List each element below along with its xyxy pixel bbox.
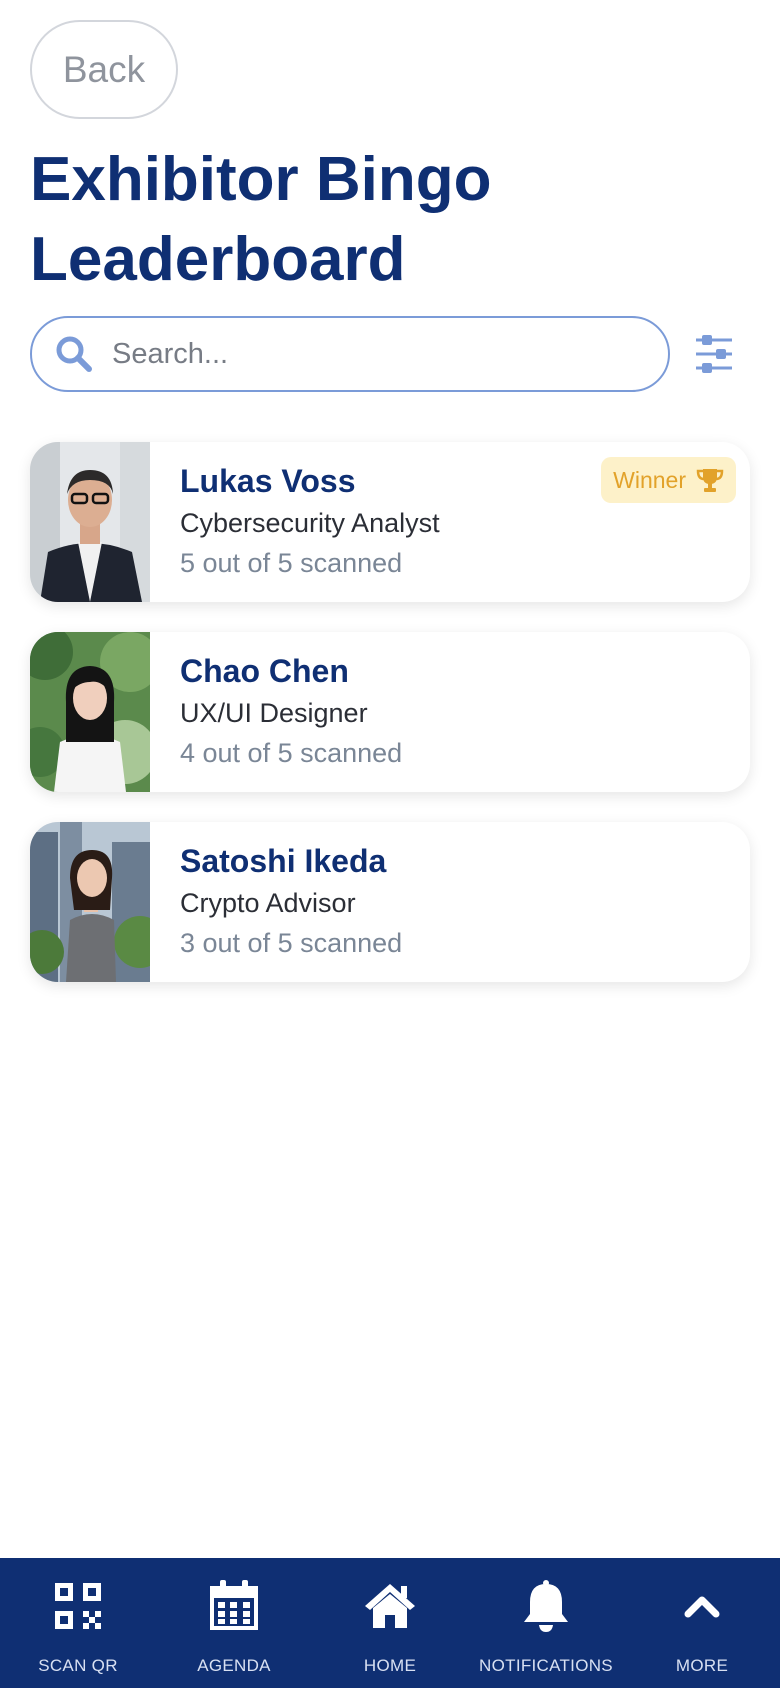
nav-label: NOTIFICATIONS [479,1656,613,1675]
avatar [30,822,150,982]
trophy-icon [696,469,724,492]
exhibitor-role: UX/UI Designer [180,698,368,728]
card-content: Chao Chen UX/UI Designer 4 out of 5 scan… [150,632,750,792]
exhibitor-role: Crypto Advisor [180,888,356,918]
winner-badge: Winner [601,457,736,503]
nav-more[interactable]: MORE [624,1558,780,1688]
exhibitor-role: Cybersecurity Analyst [180,508,440,538]
sliders-icon[interactable] [692,334,736,374]
search-icon [54,334,94,374]
scan-progress: 5 out of 5 scanned [180,548,403,578]
chevron-up-icon [676,1580,728,1632]
card-content: Lukas Voss Cybersecurity Analyst 5 out o… [150,442,750,602]
nav-agenda[interactable]: AGENDA [156,1558,312,1688]
exhibitor-name: Chao Chen [180,653,349,689]
nav-scan-qr[interactable]: SCAN QR [0,1558,156,1688]
search-input[interactable] [112,337,668,371]
nav-notifications[interactable]: NOTIFICATIONS [468,1558,624,1688]
home-icon [364,1580,416,1632]
scan-progress: 4 out of 5 scanned [180,738,403,768]
back-button[interactable]: Back [30,20,178,119]
scan-progress: 3 out of 5 scanned [180,928,403,958]
nav-home[interactable]: HOME [312,1558,468,1688]
nav-label: MORE [675,1656,729,1675]
nav-label: HOME [363,1656,417,1675]
avatar [30,442,150,602]
avatar [30,632,150,792]
leaderboard-card[interactable]: Satoshi Ikeda Crypto Advisor 3 out of 5 … [30,822,750,982]
winner-label: Winner [613,466,686,493]
nav-label: SCAN QR [38,1656,118,1675]
card-content: Satoshi Ikeda Crypto Advisor 3 out of 5 … [150,822,750,982]
page-title: Exhibitor Bingo Leaderboard [30,145,492,294]
bell-icon [520,1580,572,1632]
exhibitor-name: Satoshi Ikeda [180,843,387,879]
nav-label: AGENDA [197,1656,271,1675]
search-bar [30,316,670,392]
calendar-icon [208,1580,260,1632]
leaderboard-card[interactable]: Lukas Voss Cybersecurity Analyst 5 out o… [30,442,750,602]
qr-code-icon [52,1580,104,1632]
leaderboard-card[interactable]: Chao Chen UX/UI Designer 4 out of 5 scan… [30,632,750,792]
bottom-nav: SCAN QR AGENDA HOME NOTIFICATIONS MORE [0,1558,780,1688]
